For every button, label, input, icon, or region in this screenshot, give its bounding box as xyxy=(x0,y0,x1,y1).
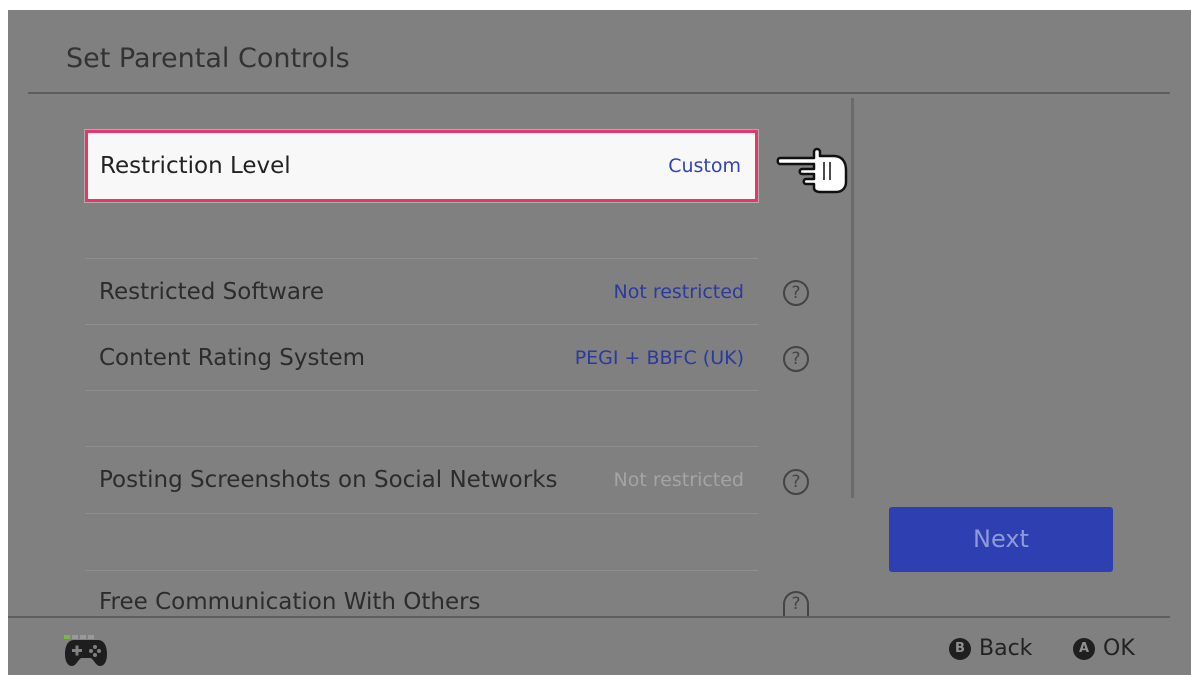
row-separator xyxy=(85,446,758,447)
a-button-icon: A xyxy=(1073,637,1095,660)
back-hint[interactable]: B Back xyxy=(949,636,1032,661)
setting-value: Not restricted xyxy=(613,469,745,491)
question-circle-icon[interactable]: ? xyxy=(783,346,809,372)
question-circle-icon[interactable]: ? xyxy=(783,280,809,306)
row-separator xyxy=(85,258,758,259)
setting-value: PEGI + BBFC (UK) xyxy=(574,347,744,369)
question-circle-icon[interactable]: ? xyxy=(783,591,809,616)
b-button-icon: B xyxy=(949,637,971,660)
setting-posting-screenshots[interactable]: Posting Screenshots on Social Networks N… xyxy=(85,448,758,512)
parental-controls-screen: Set Parental Controls Restriction Level … xyxy=(8,10,1191,675)
ok-label: OK xyxy=(1103,636,1135,661)
column-divider xyxy=(851,98,854,498)
row-separator xyxy=(85,513,758,514)
setting-label: Free Communication With Others xyxy=(99,589,481,615)
gamepad-icon xyxy=(65,640,107,666)
row-separator xyxy=(85,324,758,325)
setting-value: Custom xyxy=(668,155,741,177)
back-label: Back xyxy=(979,636,1033,661)
setting-restriction-level[interactable]: Restriction Level Custom xyxy=(85,130,758,202)
next-button[interactable]: Next xyxy=(889,507,1113,572)
setting-restricted-software[interactable]: Restricted Software Not restricted xyxy=(85,260,758,324)
row-separator xyxy=(85,570,758,571)
hand-pointer-icon xyxy=(776,147,848,194)
page-title: Set Parental Controls xyxy=(66,43,350,74)
row-separator xyxy=(85,390,758,391)
setting-label: Restricted Software xyxy=(99,279,325,305)
setting-label: Posting Screenshots on Social Networks xyxy=(99,467,558,493)
setting-label: Restriction Level xyxy=(100,153,291,179)
footer-divider xyxy=(8,616,1170,618)
setting-label: Content Rating System xyxy=(99,345,366,371)
ok-hint[interactable]: A OK xyxy=(1073,636,1135,661)
question-circle-icon[interactable]: ? xyxy=(783,469,809,495)
setting-value: Not restricted xyxy=(613,281,745,303)
controller-status xyxy=(64,624,110,670)
header-divider xyxy=(28,92,1170,94)
setting-content-rating-system[interactable]: Content Rating System PEGI + BBFC (UK) xyxy=(85,326,758,390)
setting-free-communication[interactable]: Free Communication With Others xyxy=(85,572,758,616)
